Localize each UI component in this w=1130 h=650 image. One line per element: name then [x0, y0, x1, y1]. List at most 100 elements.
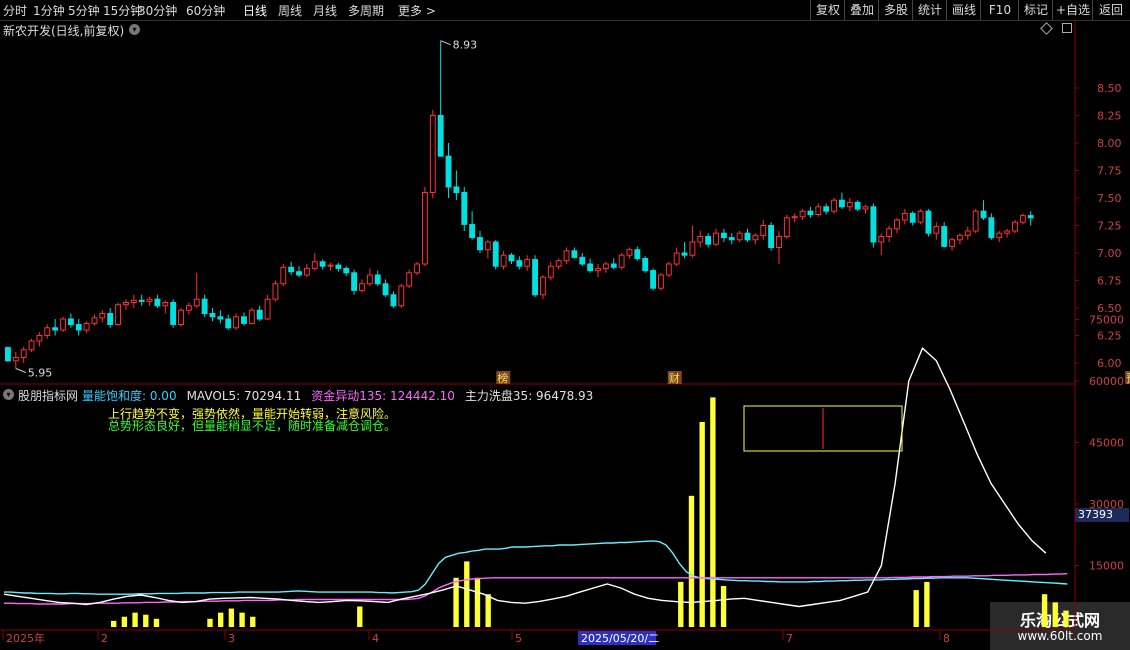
price-tick-label-8: 8.00 — [1097, 137, 1122, 150]
candle-body-89 — [705, 236, 712, 245]
candle-body-37 — [296, 271, 302, 276]
volume-bar-67 — [720, 586, 727, 627]
price-tick-label-7: 7.75 — [1097, 165, 1122, 178]
candle-body-19 — [154, 298, 161, 307]
price-tick-label-3: 6.75 — [1097, 275, 1122, 288]
candle-body-57 — [453, 186, 460, 193]
volume-bar-22 — [239, 612, 245, 627]
volume-bar-11 — [121, 616, 128, 627]
candle-body-119 — [941, 226, 948, 247]
vol-tick-label-4: 75000 — [1089, 314, 1124, 327]
volume-bar-33 — [357, 606, 363, 627]
candle-body-116 — [917, 210, 924, 223]
candle-body-53 — [421, 192, 428, 265]
candle-body-44 — [351, 272, 358, 291]
volume-bar-85 — [913, 590, 919, 627]
candle-body-35 — [280, 266, 287, 285]
chart-canvas: 6.006.256.506.757.007.257.507.758.008.25… — [0, 20, 1130, 645]
price-tick-label-5: 7.25 — [1097, 220, 1122, 233]
candle-body-112 — [886, 228, 893, 238]
candle-body-22 — [178, 309, 184, 326]
volume-bar-23 — [250, 616, 256, 627]
low-label: 5.95 — [28, 367, 52, 380]
candle-body-84 — [665, 263, 672, 276]
high-label: 8.93 — [453, 39, 478, 52]
candle-body-59 — [469, 223, 476, 239]
vol-tick-label-3: 60000 — [1089, 375, 1124, 388]
price-tick-label-9: 8.25 — [1097, 110, 1122, 123]
candle-body-121 — [956, 234, 963, 241]
volume-bar-12 — [132, 612, 138, 627]
candle-body-60 — [477, 237, 483, 251]
volume-bar-42 — [453, 577, 459, 627]
candle-body-28 — [225, 318, 232, 329]
candle-body-73 — [579, 256, 586, 265]
candle-body-114 — [901, 212, 908, 221]
volume-bar-98 — [1052, 602, 1058, 627]
x-axis-label-6: 7 — [786, 632, 793, 645]
candle-body-24 — [193, 298, 200, 307]
candle-body-63 — [500, 254, 507, 267]
candle-body-71 — [563, 250, 570, 262]
candle-body-36 — [288, 266, 295, 273]
volume-bar-45 — [485, 594, 491, 627]
candle-body-10 — [83, 322, 90, 331]
candle-body-111 — [878, 236, 885, 243]
candle-body-31 — [248, 309, 255, 324]
candle-body-52 — [414, 263, 420, 274]
candle-body-25 — [201, 298, 208, 315]
candle-body-97 — [768, 225, 775, 248]
cyan-line — [4, 540, 1068, 595]
candle-body-78 — [618, 254, 625, 268]
candle-body-125 — [988, 217, 995, 239]
candle-body-17 — [138, 299, 145, 302]
candle-body-127 — [1004, 230, 1011, 234]
candle-body-50 — [398, 285, 405, 307]
candle-body-64 — [508, 254, 515, 262]
candle-body-0 — [4, 347, 11, 362]
candle-body-130 — [1027, 215, 1034, 219]
candle-body-43 — [343, 267, 350, 274]
volume-bar-86 — [924, 581, 930, 627]
candle-body-12 — [99, 313, 106, 319]
volume-bar-13 — [143, 614, 149, 627]
candle-body-126 — [996, 232, 1003, 239]
candle-body-85 — [673, 252, 680, 265]
candle-body-29 — [233, 316, 240, 329]
candle-body-9 — [75, 324, 82, 331]
candle-body-129 — [1019, 215, 1026, 223]
event-marker-0: 榜 — [497, 371, 508, 385]
candle-body-48 — [382, 283, 389, 296]
candle-body-15 — [123, 302, 129, 306]
candle-body-93 — [736, 232, 743, 241]
candle-body-41 — [327, 264, 334, 267]
volume-bar-97 — [1041, 594, 1048, 627]
candle-body-128 — [1012, 221, 1018, 232]
candle-body-86 — [681, 252, 688, 256]
candle-body-3 — [28, 340, 35, 351]
candle-body-109 — [862, 206, 869, 210]
candle-body-54 — [429, 115, 436, 193]
candle-body-76 — [602, 263, 609, 269]
candle-body-58 — [461, 192, 468, 225]
candle-body-32 — [256, 309, 263, 320]
candle-body-95 — [752, 234, 759, 241]
candle-body-107 — [846, 201, 853, 208]
candle-body-16 — [130, 299, 137, 303]
volume-bar-10 — [111, 620, 117, 627]
candle-body-45 — [359, 283, 365, 291]
volume-bar-20 — [218, 612, 224, 627]
candle-body-47 — [374, 274, 381, 285]
volume-bar-14 — [153, 618, 160, 627]
price-tick-label-0: 6.00 — [1097, 357, 1122, 370]
volume-bar-66 — [710, 397, 716, 627]
low-pointer — [15, 368, 26, 373]
candle-body-5 — [44, 327, 51, 336]
event-marker-1: 财 — [669, 371, 680, 385]
candle-body-106 — [838, 199, 845, 208]
candle-body-108 — [854, 201, 861, 210]
candle-body-122 — [964, 230, 971, 236]
candle-body-68 — [539, 276, 546, 296]
candle-body-80 — [634, 249, 641, 259]
vol-tick-label-1: 30000 — [1089, 498, 1124, 511]
